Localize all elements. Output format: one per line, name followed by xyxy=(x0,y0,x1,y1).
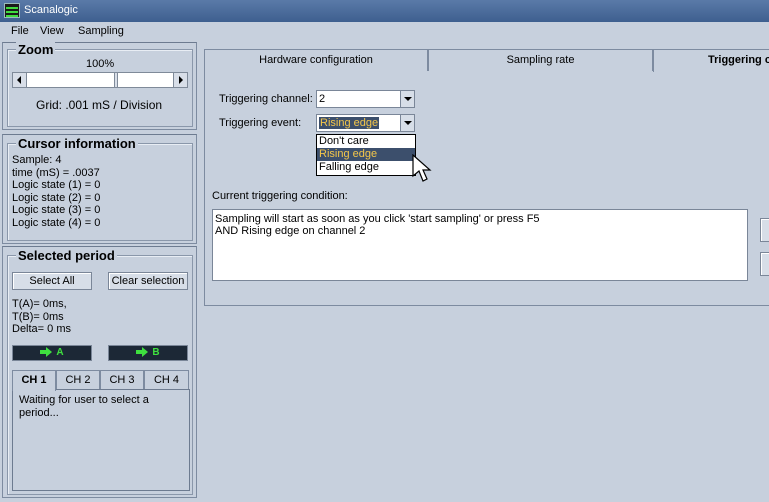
cursor-line: Logic state (4) = 0 xyxy=(12,216,101,229)
cursor-line: time (mS) = .0037 xyxy=(12,166,100,179)
menu-sampling[interactable]: Sampling xyxy=(78,25,124,37)
tb-value: T(B)= 0ms xyxy=(12,310,64,323)
arrow-right-icon xyxy=(136,347,149,358)
grid-text: Grid: .001 mS / Division xyxy=(36,98,163,112)
window-title: Scanalogic xyxy=(24,4,78,16)
title-bar: Scanalogic xyxy=(0,0,769,22)
ta-value: T(A)= 0ms, xyxy=(12,298,67,310)
tab-ch4[interactable]: CH 4 xyxy=(144,370,189,389)
cursor-line: Logic state (3) = 0 xyxy=(12,204,101,216)
app-logo-icon xyxy=(4,3,20,18)
current-condition-label: Current triggering condition: xyxy=(212,190,348,202)
clear-selection-button[interactable]: Clear selection xyxy=(108,272,188,290)
chevron-right-icon xyxy=(179,76,183,84)
marker-a-button[interactable]: A xyxy=(12,345,92,361)
slider-thumb[interactable] xyxy=(114,73,118,87)
triggering-event-dropdown: Don't care Rising edge Falling edge xyxy=(316,134,416,176)
select-all-button[interactable]: Select All xyxy=(12,272,92,290)
triggering-event-value: Rising edge xyxy=(319,117,380,129)
mouse-pointer-icon xyxy=(412,154,432,182)
tab-hardware-configuration[interactable]: Hardware configuration xyxy=(204,49,428,71)
side-button-bottom[interactable] xyxy=(760,252,769,276)
channel-tab-content: Waiting for user to select a period... xyxy=(12,389,190,491)
cursor-line: Sample: 4 xyxy=(12,154,62,166)
zoom-slider[interactable] xyxy=(12,72,188,88)
slider-right-button[interactable] xyxy=(173,73,187,87)
tab-ch1[interactable]: CH 1 xyxy=(12,370,56,391)
arrow-right-icon xyxy=(40,347,53,358)
zoom-legend: Zoom xyxy=(16,42,56,57)
dropdown-option[interactable]: Don't care xyxy=(317,135,415,148)
dropdown-option[interactable]: Falling edge xyxy=(317,161,415,174)
period-message: Waiting for user to select a period... xyxy=(19,394,149,419)
delta-value: Delta= 0 ms xyxy=(12,323,71,335)
cursor-info-legend: Cursor information xyxy=(16,136,138,151)
triggering-channel-label: Triggering channel: xyxy=(219,93,313,105)
condition-line: AND Rising edge on channel 2 xyxy=(215,225,366,237)
tab-ch2[interactable]: CH 2 xyxy=(56,370,100,389)
slider-left-button[interactable] xyxy=(13,73,27,87)
period-values: T(A)= 0ms, T(B)= 0ms Delta= 0 ms xyxy=(12,298,71,336)
current-condition-text: Sampling will start as soon as you click… xyxy=(212,209,748,281)
chevron-down-icon[interactable] xyxy=(400,91,414,107)
dropdown-option-selected[interactable]: Rising edge xyxy=(317,148,415,161)
side-button-top[interactable] xyxy=(760,218,769,242)
tab-triggering[interactable]: Triggering c xyxy=(653,49,769,72)
condition-line: Sampling will start as soon as you click… xyxy=(215,213,540,225)
tab-sampling-rate[interactable]: Sampling rate xyxy=(428,49,653,71)
cursor-line: Logic state (2) = 0 xyxy=(12,191,101,204)
cursor-info-lines: Sample: 4 time (mS) = .0037 Logic state … xyxy=(12,154,100,229)
tab-ch3[interactable]: CH 3 xyxy=(100,370,144,389)
menu-view[interactable]: View xyxy=(40,25,64,37)
chevron-down-icon[interactable] xyxy=(400,115,414,131)
chevron-left-icon xyxy=(17,76,21,84)
marker-b-button[interactable]: B xyxy=(108,345,188,361)
zoom-percent: 100% xyxy=(86,58,115,70)
triggering-channel-value: 2 xyxy=(319,93,326,105)
triggering-channel-select[interactable]: 2 xyxy=(316,90,415,108)
selected-period-legend: Selected period xyxy=(16,248,117,263)
cursor-line: Logic state (1) = 0 xyxy=(12,179,101,191)
menu-bar: File View Sampling xyxy=(0,22,769,40)
triggering-event-select[interactable]: Rising edge xyxy=(316,114,415,132)
marker-a-label: A xyxy=(56,347,64,358)
menu-file[interactable]: File xyxy=(11,25,29,37)
triggering-event-label: Triggering event: xyxy=(219,117,302,129)
marker-b-label: B xyxy=(152,347,160,358)
